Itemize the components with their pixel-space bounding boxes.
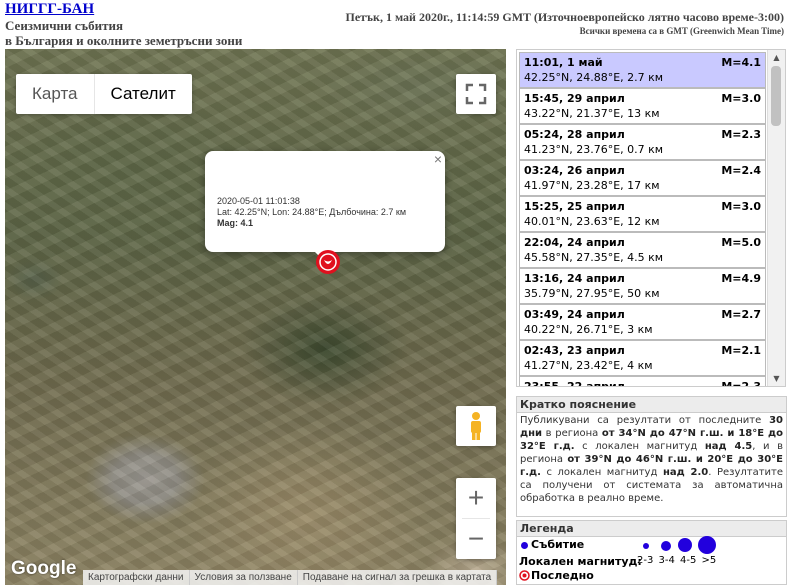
event-coordinates: 40.01°N, 23.63°E, 12 км (524, 215, 660, 228)
event-dot-icon (521, 542, 528, 549)
event-time: 23:55, 22 април (524, 380, 625, 387)
event-magnitude: M=4.1 (721, 56, 761, 69)
event-list-item[interactable]: 02:43, 23 април M=2.1 41.27°N, 23.42°E, 4 … (519, 340, 766, 376)
map-type-satellite-button[interactable]: Сателит (93, 74, 192, 114)
event-coordinates: 35.79°N, 27.95°E, 50 км (524, 287, 660, 300)
event-list[interactable]: 11:01, 1 май M=4.1 42.25°N, 24.88°E, 2.7 к… (516, 49, 786, 387)
subtitle-line1: Сеизмични събития (5, 18, 124, 33)
satellite-imagery (5, 49, 506, 585)
google-logo: Google (11, 558, 77, 579)
explanation-text: Публикувани са резултати от последните 3… (520, 415, 784, 504)
terms-link[interactable]: Условия за ползване (190, 570, 298, 585)
header-right: Петък, 1 май 2020г., 11:14:59 GMT (Източ… (345, 10, 784, 38)
timezone-note: Всички времена са в GMT (Greenwich Mean … (579, 26, 784, 36)
map-view[interactable]: Карта Сателит × 2020-05-01 11:01:38 Lat:… (5, 49, 506, 585)
map-type-control: Карта Сателит (16, 74, 192, 114)
event-time: 22:04, 24 април (524, 236, 625, 249)
popup-magnitude: Mag: 4.1 (217, 218, 254, 228)
event-time: 05:24, 28 април (524, 128, 625, 141)
event-magnitude: M=2.3 (721, 380, 761, 387)
event-list-item[interactable]: 11:01, 1 май M=4.1 42.25°N, 24.88°E, 2.7 к… (519, 52, 766, 88)
event-list-scrollbar[interactable]: ▲ ▼ (767, 50, 785, 386)
event-magnitude: M=3.0 (721, 200, 761, 213)
event-time: 02:43, 23 април (524, 344, 625, 357)
legend-magnitude-ranges: 2-3 3-4 4-5 >5 (637, 555, 717, 566)
street-view-button[interactable] (456, 406, 496, 446)
legend-title: Легенда (517, 521, 786, 537)
legend-magnitude-label: Локален магнитуд: (519, 555, 642, 568)
zoom-in-button[interactable]: + (456, 478, 496, 518)
event-time: 11:01, 1 май (524, 56, 603, 69)
event-coordinates: 45.58°N, 27.35°E, 4.5 км (524, 251, 664, 264)
event-list-item[interactable]: 15:25, 25 април M=3.0 40.01°N, 23.63°E, 12… (519, 196, 766, 232)
event-magnitude: M=4.9 (721, 272, 761, 285)
map-attribution: Картографски данни Условия за ползване П… (83, 570, 498, 585)
event-coordinates: 41.27°N, 23.42°E, 4 км (524, 359, 653, 372)
event-list-item[interactable]: 03:49, 24 април M=2.7 40.22°N, 26.71°E, 3 … (519, 304, 766, 340)
fullscreen-button[interactable] (456, 74, 496, 114)
explanation-title: Кратко пояснение (517, 397, 786, 413)
report-error-link[interactable]: Подаване на сигнал за грешка в картата (298, 570, 498, 585)
event-list-item[interactable]: 23:55, 22 април M=2.3 (519, 376, 766, 387)
event-time: 15:25, 25 април (524, 200, 625, 213)
legend-latest-label: Последно (531, 569, 594, 582)
latest-event-marker-icon[interactable] (314, 248, 342, 276)
event-magnitude: M=2.1 (721, 344, 761, 357)
popup-datetime: 2020-05-01 11:01:38 (217, 196, 300, 206)
magnitude-dot-medium-icon (661, 541, 671, 551)
legend-panel: Легенда Събитие Локален магнитуд: 2-3 3-… (516, 520, 787, 585)
event-time: 13:16, 24 април (524, 272, 625, 285)
event-list-item[interactable]: 22:04, 24 април M=5.0 45.58°N, 27.35°E, 4.… (519, 232, 766, 268)
latest-event-legend-icon (519, 570, 530, 581)
magnitude-dot-small-icon (643, 543, 649, 549)
event-magnitude: M=2.3 (721, 128, 761, 141)
event-coordinates: 40.22°N, 26.71°E, 3 км (524, 323, 653, 336)
close-icon[interactable]: × (434, 151, 442, 167)
magnitude-dot-xlarge-icon (698, 536, 716, 554)
map-type-map-button[interactable]: Карта (16, 74, 94, 114)
event-list-item[interactable]: 15:45, 29 април M=3.0 43.22°N, 21.37°E, 13… (519, 88, 766, 124)
event-coordinates: 42.25°N, 24.88°E, 2.7 км (524, 71, 664, 84)
scroll-up-icon[interactable]: ▲ (768, 50, 785, 65)
explanation-panel: Кратко пояснение Публикувани са резултат… (516, 396, 787, 517)
event-magnitude: M=5.0 (721, 236, 761, 249)
event-magnitude: M=2.7 (721, 308, 761, 321)
brand-link[interactable]: НИГГГ-БАН (5, 1, 335, 18)
popup-details: Lat: 42.25°N; Lon: 24.88°E; Дълбочина: 2… (217, 207, 407, 217)
event-time: 03:49, 24 април (524, 308, 625, 321)
subtitle-line2: в България и околните земетръсни зони (5, 33, 243, 48)
event-list-item[interactable]: 13:16, 24 април M=4.9 35.79°N, 27.95°E, 50… (519, 268, 766, 304)
event-magnitude: M=2.4 (721, 164, 761, 177)
event-magnitude: M=3.0 (721, 92, 761, 105)
event-time: 03:24, 26 април (524, 164, 625, 177)
header-left: НИГГГ-БАН Сеизмични събития в България и… (5, 1, 335, 48)
scroll-thumb[interactable] (771, 66, 781, 126)
map-data-link[interactable]: Картографски данни (83, 570, 190, 585)
legend-events-label: Събитие (531, 538, 585, 551)
event-list-item[interactable]: 03:24, 26 април M=2.4 41.97°N, 23.28°E, 17… (519, 160, 766, 196)
event-coordinates: 43.22°N, 21.37°E, 13 км (524, 107, 660, 120)
zoom-out-button[interactable]: − (456, 519, 496, 559)
scroll-down-icon[interactable]: ▼ (768, 371, 785, 386)
magnitude-dot-large-icon (678, 538, 692, 552)
event-info-window: × 2020-05-01 11:01:38 Lat: 42.25°N; Lon:… (205, 151, 445, 262)
event-list-item[interactable]: 05:24, 28 април M=2.3 41.23°N, 23.76°E, 0.… (519, 124, 766, 160)
fullscreen-icon (465, 83, 487, 105)
event-coordinates: 41.23°N, 23.76°E, 0.7 км (524, 143, 664, 156)
event-coordinates: 41.97°N, 23.28°E, 17 км (524, 179, 660, 192)
pegman-icon (471, 412, 481, 440)
current-datetime: Петък, 1 май 2020г., 11:14:59 GMT (Източ… (345, 10, 784, 24)
event-time: 15:45, 29 април (524, 92, 625, 105)
zoom-control: + − (456, 478, 496, 559)
